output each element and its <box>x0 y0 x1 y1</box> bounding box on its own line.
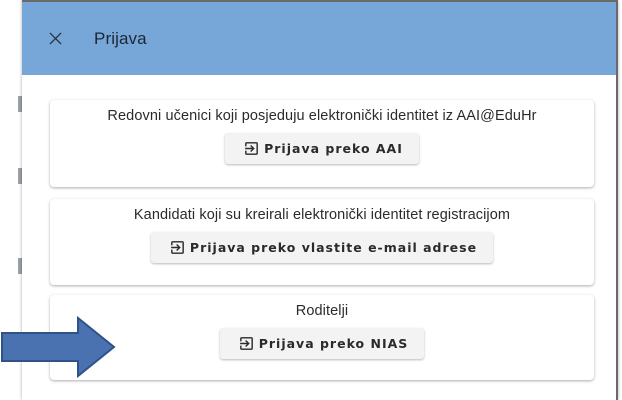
login-aai-button-label: Prijava preko AAI <box>264 141 403 156</box>
login-icon <box>169 239 186 256</box>
option-description: Kandidati koji su kreirali elektronički … <box>133 207 511 223</box>
option-description: Roditelji <box>295 303 349 319</box>
close-button[interactable] <box>43 27 67 51</box>
dialog-header: Prijava <box>22 2 616 75</box>
option-description: Redovni učenici koji posjeduju elektroni… <box>107 108 537 124</box>
dialog-title: Prijava <box>94 28 147 48</box>
login-email-button[interactable]: Prijava preko vlastite e-mail adrese <box>150 232 494 263</box>
login-email-button-label: Prijava preko vlastite e-mail adrese <box>189 240 478 255</box>
login-aai-button[interactable]: Prijava preko AAI <box>225 133 419 164</box>
dialog-body: Redovni učenici koji posjeduju elektroni… <box>50 100 594 380</box>
login-icon <box>238 335 255 352</box>
close-icon <box>48 32 62 45</box>
login-icon <box>243 140 260 157</box>
right-arrow-icon <box>1 316 116 378</box>
login-nias-button-label: Prijava preko NIAS <box>258 336 409 351</box>
login-option-card-email: Kandidati koji su kreirali elektronički … <box>50 199 594 285</box>
login-option-card-nias: Roditelji Prijava preko NIAS <box>50 295 594 380</box>
login-option-card-aai: Redovni učenici koji posjeduju elektroni… <box>50 100 594 187</box>
login-nias-button[interactable]: Prijava preko NIAS <box>219 328 425 359</box>
